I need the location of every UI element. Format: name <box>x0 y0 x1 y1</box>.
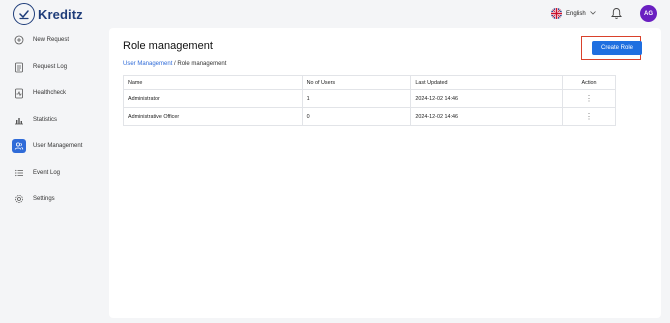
breadcrumb-link-user-management[interactable]: User Management <box>123 61 172 67</box>
sidebar-item-label: Settings <box>33 196 55 202</box>
main-panel: Role management User Management / Role m… <box>109 28 661 318</box>
table-row[interactable]: Administrator 1 2024-12-02 14:46 ⋮ <box>123 89 616 108</box>
last-updated-cell: 2024-12-02 14:46 <box>410 107 564 126</box>
sidebar-item-label: User Management <box>33 143 83 149</box>
sidebar-item-label: Healthcheck <box>33 90 67 96</box>
user-count-cell: 0 <box>301 107 412 126</box>
sidebar-item-event-log[interactable]: Event Log <box>12 165 60 181</box>
list-icon <box>12 166 26 180</box>
chevron-down-icon <box>589 10 596 17</box>
kebab-menu-icon[interactable]: ⋮ <box>585 112 593 121</box>
table-header-row: Name No of Users Last Updated Action <box>123 75 616 90</box>
column-header-updated: Last Updated <box>410 75 564 90</box>
page-title: Role management <box>123 40 213 52</box>
sidebar-item-label: Statistics <box>33 117 58 123</box>
sidebar-item-healthcheck[interactable]: Healthcheck <box>12 85 66 101</box>
breadcrumb: User Management / Role management <box>123 61 226 67</box>
logo-text: Kreditz <box>38 6 83 22</box>
plus-circle-icon <box>12 33 26 47</box>
table-row[interactable]: Administrative Officer 0 2024-12-02 14:4… <box>123 107 616 126</box>
sidebar-item-label: Request Log <box>33 64 68 70</box>
kebab-menu-icon[interactable]: ⋮ <box>585 94 593 103</box>
action-cell: ⋮ <box>562 89 616 108</box>
roles-table: Name No of Users Last Updated Action Adm… <box>123 75 616 126</box>
language-selector[interactable]: English <box>551 8 596 19</box>
top-bar: Kreditz English AG <box>0 0 670 28</box>
app-logo[interactable]: Kreditz <box>13 3 83 25</box>
document-icon <box>12 60 26 74</box>
sidebar-item-settings[interactable]: Settings <box>12 191 55 207</box>
language-label: English <box>566 10 586 17</box>
column-header-users: No of Users <box>301 75 412 90</box>
uk-flag-icon <box>551 8 562 19</box>
sidebar-item-label: New Request <box>33 37 70 43</box>
column-header-name: Name <box>123 75 303 90</box>
health-report-icon <box>12 86 26 100</box>
logo-mark-icon <box>13 3 35 25</box>
breadcrumb-current: Role management <box>177 61 227 67</box>
gear-icon <box>12 192 26 206</box>
sidebar-item-statistics[interactable]: Statistics <box>12 112 57 128</box>
action-cell: ⋮ <box>562 107 616 126</box>
users-icon <box>12 139 26 153</box>
sidebar-item-new-request[interactable]: New Request <box>12 32 69 48</box>
bar-chart-icon <box>12 113 26 127</box>
sidebar-item-user-management[interactable]: User Management <box>12 138 82 154</box>
create-role-button[interactable]: Create Role <box>592 41 642 55</box>
bell-icon[interactable] <box>611 7 622 25</box>
sidebar: New Request Request Log Healthcheck Stat… <box>0 28 108 323</box>
create-role-highlight: Create Role <box>581 36 642 60</box>
sidebar-item-label: Event Log <box>33 170 61 176</box>
last-updated-cell: 2024-12-02 14:46 <box>410 89 564 108</box>
user-count-cell: 1 <box>301 89 412 108</box>
column-header-action: Action <box>562 75 616 90</box>
avatar[interactable]: AG <box>640 5 657 22</box>
role-name-cell: Administrative Officer <box>123 107 303 126</box>
sidebar-item-request-log[interactable]: Request Log <box>12 59 67 75</box>
role-name-cell: Administrator <box>123 89 303 108</box>
